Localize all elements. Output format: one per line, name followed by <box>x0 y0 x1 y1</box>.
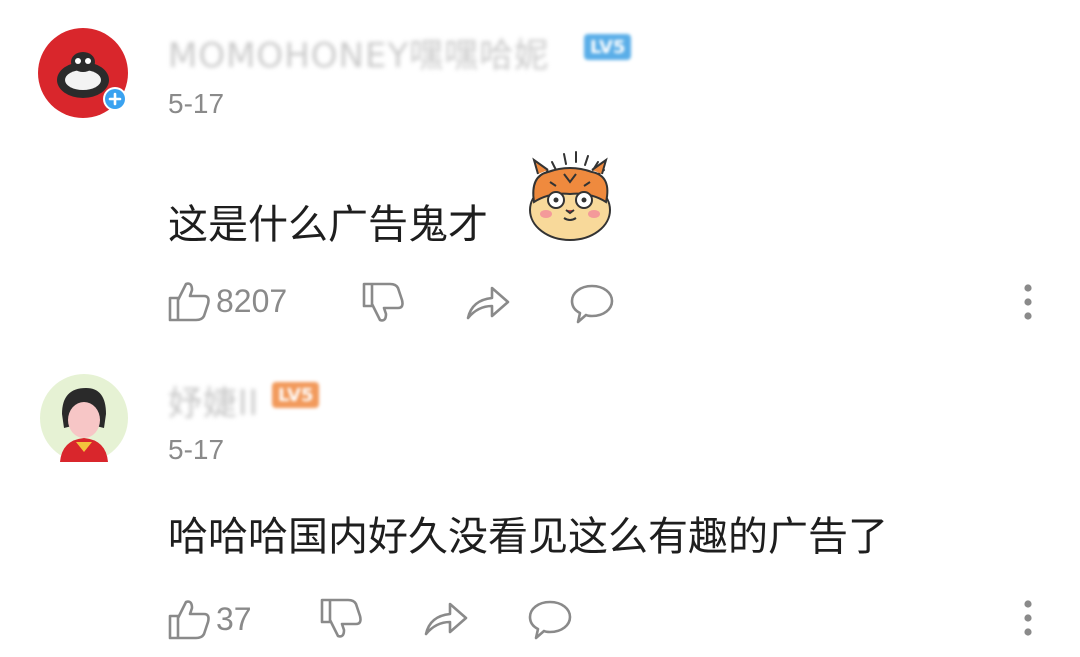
level-badge: LV5 <box>272 382 320 408</box>
comment-date: 5-17 <box>168 434 225 465</box>
share-icon <box>466 286 510 320</box>
like-count: 8207 <box>216 282 288 319</box>
tiger-sticker-icon <box>520 148 620 248</box>
share-button[interactable] <box>422 598 470 640</box>
thumbs-up-icon <box>168 282 210 322</box>
more-options-button[interactable] <box>1018 282 1038 326</box>
share-icon <box>424 602 468 636</box>
comment-item: MOMOHONEY嘿嘿哈妮 LV5 5-17 这是什么广告鬼才 8207 <box>0 0 1080 340</box>
comment-icon <box>570 284 614 324</box>
like-count: 37 <box>216 600 252 637</box>
thumbs-up-icon <box>168 600 210 640</box>
plus-badge-icon <box>103 87 127 111</box>
share-button[interactable] <box>464 282 512 324</box>
like-button[interactable]: 37 <box>166 596 252 642</box>
comment-item: 妤婕ll LV5 5-17 哈哈哈国内好久没看见这么有趣的广告了 37 <box>0 340 1080 657</box>
comment-text: 这是什么广告鬼才 <box>168 202 488 248</box>
dislike-button[interactable] <box>360 280 406 326</box>
username[interactable]: MOMOHONEY嘿嘿哈妮 <box>168 28 549 77</box>
reply-button[interactable] <box>526 598 574 642</box>
avatar[interactable] <box>38 28 128 118</box>
dislike-button[interactable] <box>318 596 364 642</box>
thumbs-down-icon <box>362 282 404 322</box>
comment-icon <box>528 600 572 640</box>
thumbs-down-icon <box>320 598 362 638</box>
level-badge: LV5 <box>584 34 632 60</box>
more-vertical-icon <box>1024 600 1032 636</box>
more-vertical-icon <box>1024 284 1032 320</box>
avatar[interactable] <box>40 374 128 462</box>
reply-button[interactable] <box>568 282 616 326</box>
comment-text: 哈哈哈国内好久没看见这么有趣的广告了 <box>168 514 888 560</box>
more-options-button[interactable] <box>1018 598 1038 642</box>
comment-date: 5-17 <box>168 88 225 119</box>
like-button[interactable]: 8207 <box>166 278 287 324</box>
username[interactable]: 妤婕ll <box>168 376 259 425</box>
